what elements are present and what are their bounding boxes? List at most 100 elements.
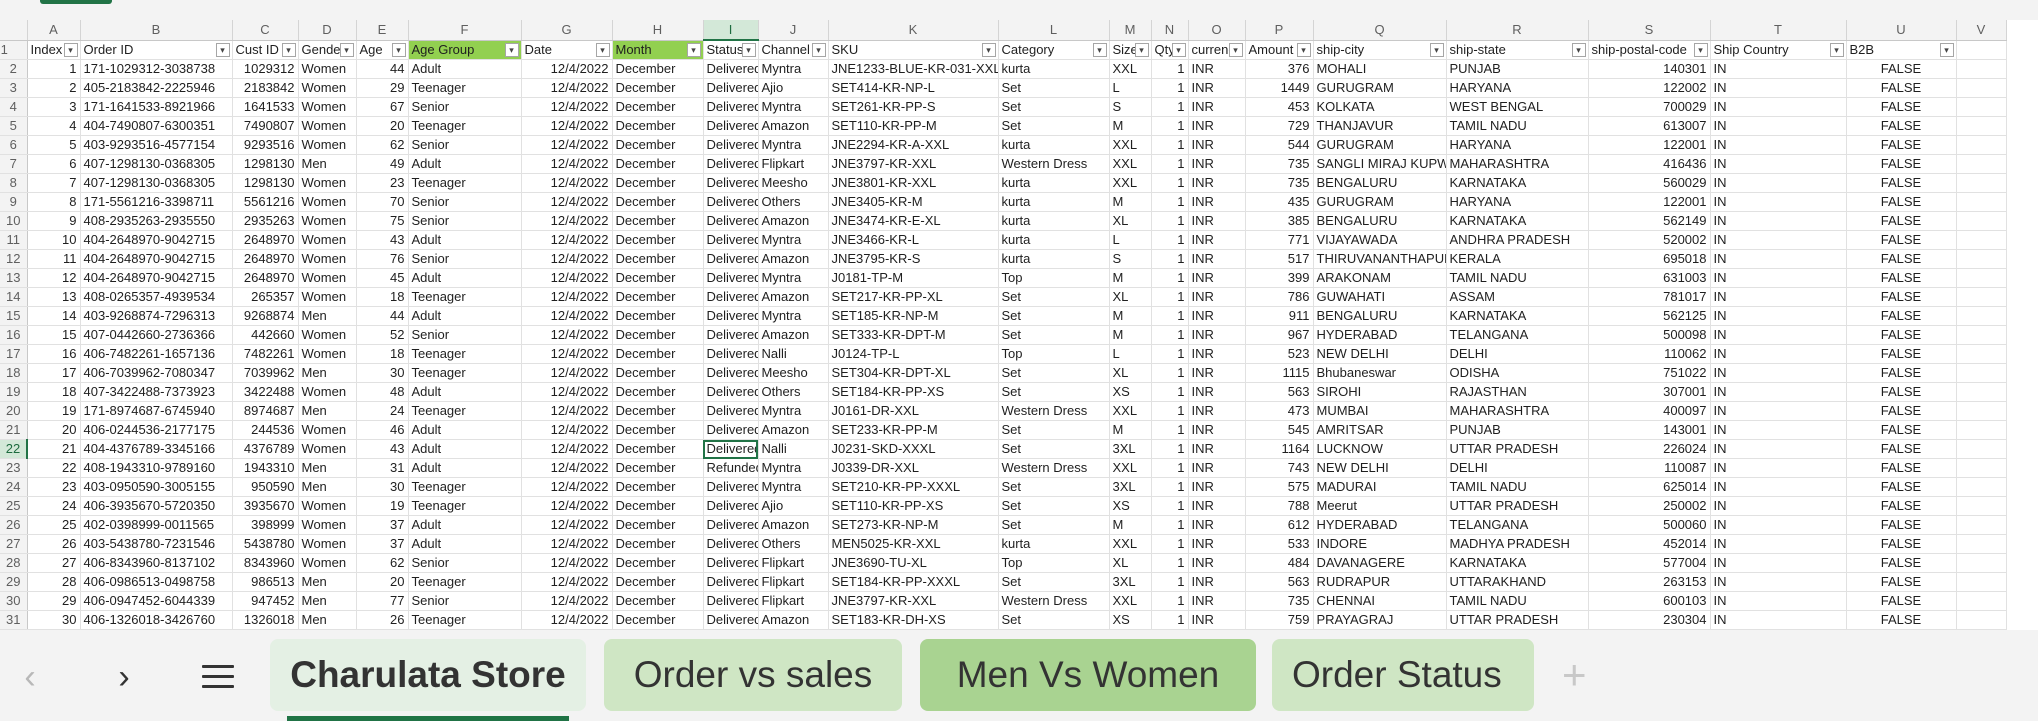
table-cell[interactable]: Men [298,591,357,611]
table-cell[interactable]: INR [1188,211,1246,231]
table-cell[interactable]: Teenager [408,287,522,307]
table-cell[interactable]: Teenager [408,78,522,98]
table-cell[interactable]: 8343960 [232,553,299,573]
table-cell[interactable]: Myntra [758,59,829,79]
table-cell[interactable]: FALSE [1846,344,1957,364]
table-cell[interactable]: SANGLI MIRAJ KUPWAD [1313,154,1447,174]
table-cell[interactable]: XL [1109,287,1152,307]
table-cell[interactable]: VIJAYAWADA [1313,230,1447,250]
table-cell[interactable]: BENGALURU [1313,173,1447,193]
table-cell[interactable]: INR [1188,192,1246,212]
table-cell[interactable]: 12/4/2022 [521,59,613,79]
table-cell[interactable]: 1326018 [232,610,299,630]
table-cell[interactable]: Meesho [758,363,829,383]
table-cell[interactable]: 1449 [1245,78,1314,98]
column-header[interactable]: E [356,20,409,41]
empty-cell[interactable] [1956,249,2007,269]
table-cell[interactable]: 1029312 [232,59,299,79]
table-cell[interactable]: Bhubaneswar [1313,363,1447,383]
table-cell[interactable]: FALSE [1846,534,1957,554]
table-row[interactable]: 31 30 406-1326018-3426760 1326018 Men 26 Teena… [0,610,2007,630]
table-cell[interactable]: 2183842 [232,78,299,98]
table-cell[interactable]: 1 [1151,78,1189,98]
table-cell[interactable]: Delivered [703,268,759,288]
table-cell[interactable]: 12/4/2022 [521,192,613,212]
table-cell[interactable]: 1 [1151,135,1189,155]
filter-dropdown-icon[interactable]: ▾ [339,42,354,57]
table-cell[interactable]: 560029 [1588,173,1711,193]
table-cell[interactable]: SET184-KR-PP-XXXL [828,572,999,592]
table-cell[interactable]: 14 [27,306,81,326]
tab-order-vs-sales[interactable]: Order vs sales [604,639,902,711]
data-table[interactable]: A B C D E F G H I J K L M N O P Q R S T U V 1 Index ▾ Order ID ▾ Cu… [0,20,2007,630]
table-cell[interactable]: 12/4/2022 [521,572,613,592]
table-cell[interactable]: Nalli [758,344,829,364]
row-header[interactable]: 10 [0,211,28,231]
table-cell[interactable]: 1 [1151,192,1189,212]
header-cell[interactable]: Status ▾ [703,40,759,60]
table-cell[interactable]: Western Dress [998,591,1110,611]
table-cell[interactable]: 24 [356,401,409,421]
table-row[interactable]: 18 17 406-7039962-7080347 7039962 Men 30 Teena… [0,363,2007,383]
table-cell[interactable]: 20 [356,572,409,592]
table-cell[interactable]: FALSE [1846,420,1957,440]
table-cell[interactable]: 1164 [1245,439,1314,459]
table-cell[interactable]: Set [998,515,1110,535]
table-cell[interactable]: 18 [356,344,409,364]
empty-cell[interactable] [1956,420,2007,440]
row-header[interactable]: 19 [0,382,28,402]
table-cell[interactable]: Women [298,382,357,402]
table-cell[interactable]: 500098 [1588,325,1711,345]
table-cell[interactable]: December [612,78,704,98]
table-cell[interactable]: 110062 [1588,344,1711,364]
filter-dropdown-icon[interactable]: ▾ [1171,42,1186,57]
table-cell[interactable]: December [612,439,704,459]
table-cell[interactable]: 947452 [232,591,299,611]
table-cell[interactable]: Amazon [758,211,829,231]
table-row[interactable]: 17 16 406-7482261-1657136 7482261 Women 18 Tee… [0,344,2007,364]
table-cell[interactable]: Delivered [703,439,759,459]
table-cell[interactable]: 484 [1245,553,1314,573]
table-cell[interactable]: Men [298,306,357,326]
header-cell[interactable]: Amount ▾ [1245,40,1314,60]
table-cell[interactable]: Teenager [408,116,522,136]
table-row[interactable]: 21 20 406-0244536-2177175 244536 Women 46 Adul… [0,420,2007,440]
table-cell[interactable]: 20 [27,420,81,440]
table-cell[interactable]: M [1109,325,1152,345]
table-cell[interactable]: December [612,325,704,345]
table-cell[interactable]: December [612,211,704,231]
table-cell[interactable]: 43 [356,439,409,459]
filter-dropdown-icon[interactable]: ▾ [1134,42,1149,57]
table-cell[interactable]: 25 [27,515,81,535]
filter-dropdown-icon[interactable]: ▾ [281,42,296,57]
table-cell[interactable]: 563 [1245,382,1314,402]
table-cell[interactable]: L [1109,344,1152,364]
table-cell[interactable]: 967 [1245,325,1314,345]
table-cell[interactable]: Women [298,553,357,573]
table-cell[interactable]: Delivered [703,382,759,402]
table-cell[interactable]: Men [298,363,357,383]
table-cell[interactable]: FALSE [1846,154,1957,174]
header-cell[interactable]: ship-state ▾ [1446,40,1589,60]
table-cell[interactable]: Senior [408,325,522,345]
table-row[interactable]: 3 2 405-2183842-2225946 2183842 Women 29 Teena… [0,78,2007,98]
table-cell[interactable]: L [1109,78,1152,98]
table-cell[interactable]: J0231-SKD-XXXL [828,439,999,459]
table-cell[interactable]: FALSE [1846,287,1957,307]
table-cell[interactable]: December [612,230,704,250]
table-cell[interactable]: 171-5561216-3398711 [80,192,233,212]
table-cell[interactable]: 3XL [1109,477,1152,497]
header-cell[interactable]: Age ▾ [356,40,409,60]
table-cell[interactable]: December [612,534,704,554]
table-cell[interactable]: 7482261 [232,344,299,364]
column-header[interactable]: L [998,20,1110,41]
table-cell[interactable]: S [1109,97,1152,117]
table-cell[interactable]: December [612,268,704,288]
column-header[interactable]: M [1109,20,1152,41]
empty-cell[interactable] [1956,154,2007,174]
table-cell[interactable]: 404-2648970-9042715 [80,230,233,250]
table-cell[interactable]: 20 [356,116,409,136]
table-cell[interactable]: Adult [408,382,522,402]
table-cell[interactable]: IN [1710,401,1847,421]
filter-dropdown-icon[interactable]: ▾ [1829,42,1844,57]
